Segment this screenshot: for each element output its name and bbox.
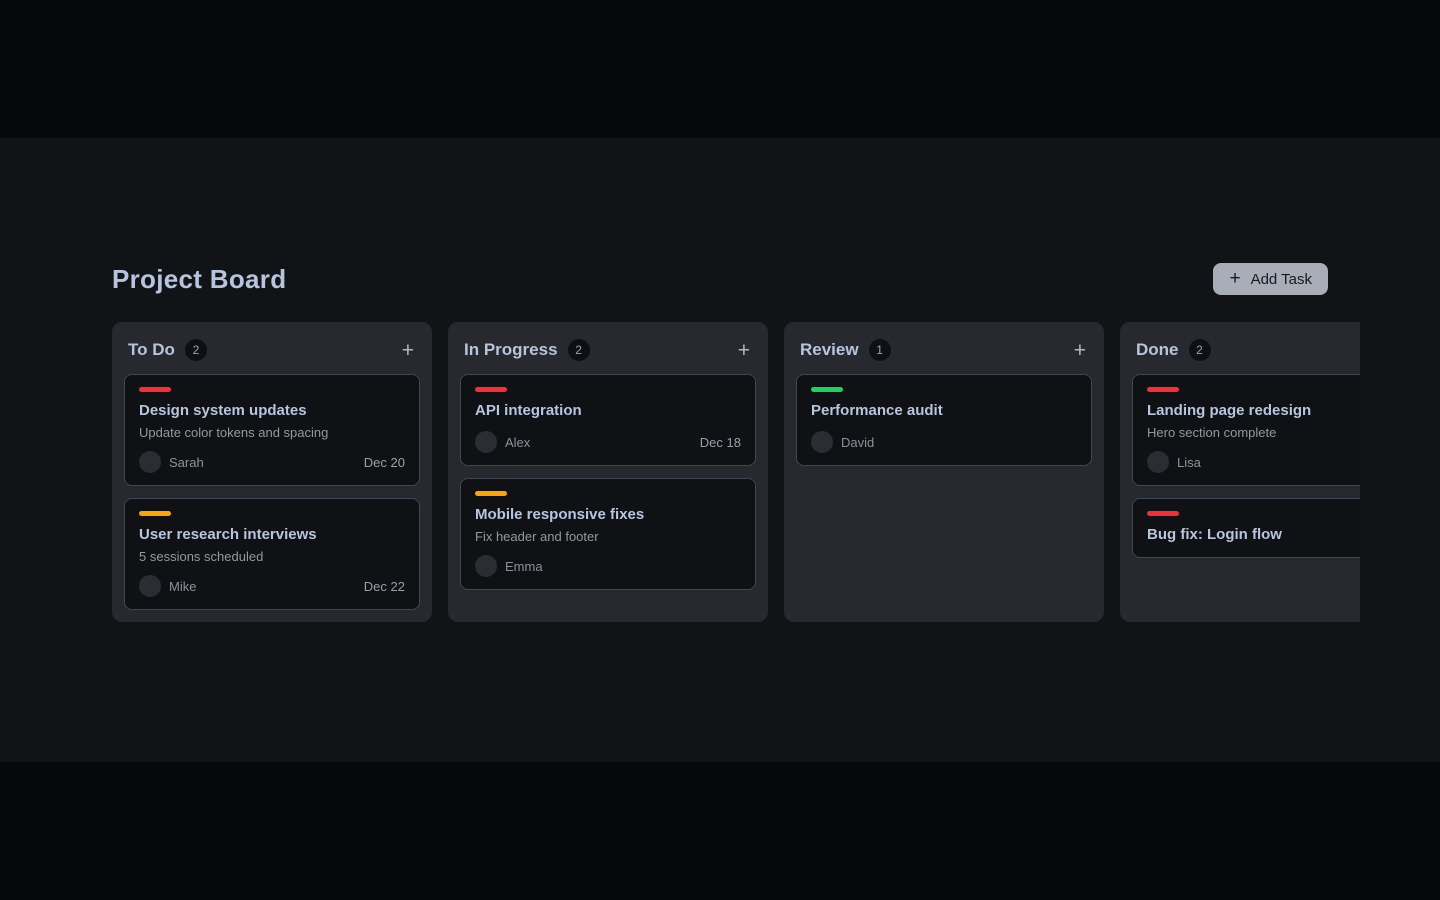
column-count-badge: 2 [1189, 339, 1211, 361]
card-list: Landing page redesign Hero section compl… [1132, 374, 1360, 558]
task-card[interactable]: Bug fix: Login flow [1132, 498, 1360, 558]
column-count-badge: 1 [869, 339, 891, 361]
column-title: In Progress [464, 340, 558, 360]
card-title: Mobile responsive fixes [475, 505, 741, 525]
priority-bar [139, 511, 171, 516]
task-card[interactable]: Design system updates Update color token… [124, 374, 420, 486]
avatar [475, 555, 497, 577]
card-title: User research interviews [139, 525, 405, 545]
task-card[interactable]: User research interviews 5 sessions sche… [124, 498, 420, 610]
task-card[interactable]: API integration Alex Dec 18 [460, 374, 756, 466]
column-done: Done 2 + Landing page redesign Hero sect… [1120, 322, 1360, 622]
card-footer: Alex Dec 18 [475, 431, 741, 453]
card-title: Bug fix: Login flow [1147, 525, 1360, 545]
column-count-badge: 2 [568, 339, 590, 361]
column-in-progress: In Progress 2 + API integration Alex Dec… [448, 322, 768, 622]
assignee-name: Mike [169, 579, 196, 594]
assignee-name: Emma [505, 559, 543, 574]
card-title: Performance audit [811, 401, 1077, 421]
card-list: Performance audit David [796, 374, 1092, 466]
add-task-button[interactable]: + Add Task [1213, 263, 1328, 295]
add-task-label: Add Task [1251, 271, 1312, 288]
priority-bar [475, 491, 507, 496]
column-header: To Do 2 + [128, 336, 416, 364]
priority-bar [139, 387, 171, 392]
card-footer: Emma [475, 555, 741, 577]
avatar [1147, 451, 1169, 473]
card-description: Fix header and footer [475, 528, 741, 545]
assignee-name: Lisa [1177, 455, 1201, 470]
task-card[interactable]: Landing page redesign Hero section compl… [1132, 374, 1360, 486]
card-description: 5 sessions scheduled [139, 548, 405, 565]
card-title: Landing page redesign [1147, 401, 1360, 421]
priority-bar [811, 387, 843, 392]
board-section: Project Board + Add Task To Do 2 + Desig… [0, 138, 1440, 762]
priority-bar [1147, 511, 1179, 516]
column-title: To Do [128, 340, 175, 360]
add-card-button[interactable]: + [736, 340, 752, 361]
task-card[interactable]: Mobile responsive fixes Fix header and f… [460, 478, 756, 590]
card-footer: Mike Dec 22 [139, 575, 405, 597]
column-header: In Progress 2 + [464, 336, 752, 364]
avatar [811, 431, 833, 453]
card-list: API integration Alex Dec 18 Mobile respo… [460, 374, 756, 590]
column-title: Done [1136, 340, 1179, 360]
card-footer: Sarah Dec 20 [139, 451, 405, 473]
assignee-name: Sarah [169, 455, 204, 470]
due-date: Dec 18 [700, 435, 741, 450]
column-title: Review [800, 340, 859, 360]
add-card-button[interactable]: + [400, 340, 416, 361]
kanban-board: To Do 2 + Design system updates Update c… [112, 322, 1360, 622]
add-card-button[interactable]: + [1072, 340, 1088, 361]
avatar [139, 451, 161, 473]
due-date: Dec 20 [364, 455, 405, 470]
card-title: API integration [475, 401, 741, 421]
card-description: Update color tokens and spacing [139, 424, 405, 441]
priority-bar [475, 387, 507, 392]
page-title: Project Board [112, 262, 286, 296]
assignee-name: Alex [505, 435, 530, 450]
card-title: Design system updates [139, 401, 405, 421]
card-description: Hero section complete [1147, 424, 1360, 441]
column-count-badge: 2 [185, 339, 207, 361]
column-review: Review 1 + Performance audit David [784, 322, 1104, 622]
column-to-do: To Do 2 + Design system updates Update c… [112, 322, 432, 622]
task-card[interactable]: Performance audit David [796, 374, 1092, 466]
column-header: Review 1 + [800, 336, 1088, 364]
avatar [139, 575, 161, 597]
assignee-name: David [841, 435, 874, 450]
card-footer: Lisa [1147, 451, 1360, 473]
card-list: Design system updates Update color token… [124, 374, 420, 610]
due-date: Dec 22 [364, 579, 405, 594]
page-header: Project Board + Add Task [112, 138, 1328, 296]
content-container: Project Board + Add Task To Do 2 + Desig… [80, 138, 1360, 622]
card-footer: David [811, 431, 1077, 453]
priority-bar [1147, 387, 1179, 392]
avatar [475, 431, 497, 453]
plus-icon: + [1229, 269, 1240, 288]
column-header: Done 2 + [1136, 336, 1360, 364]
